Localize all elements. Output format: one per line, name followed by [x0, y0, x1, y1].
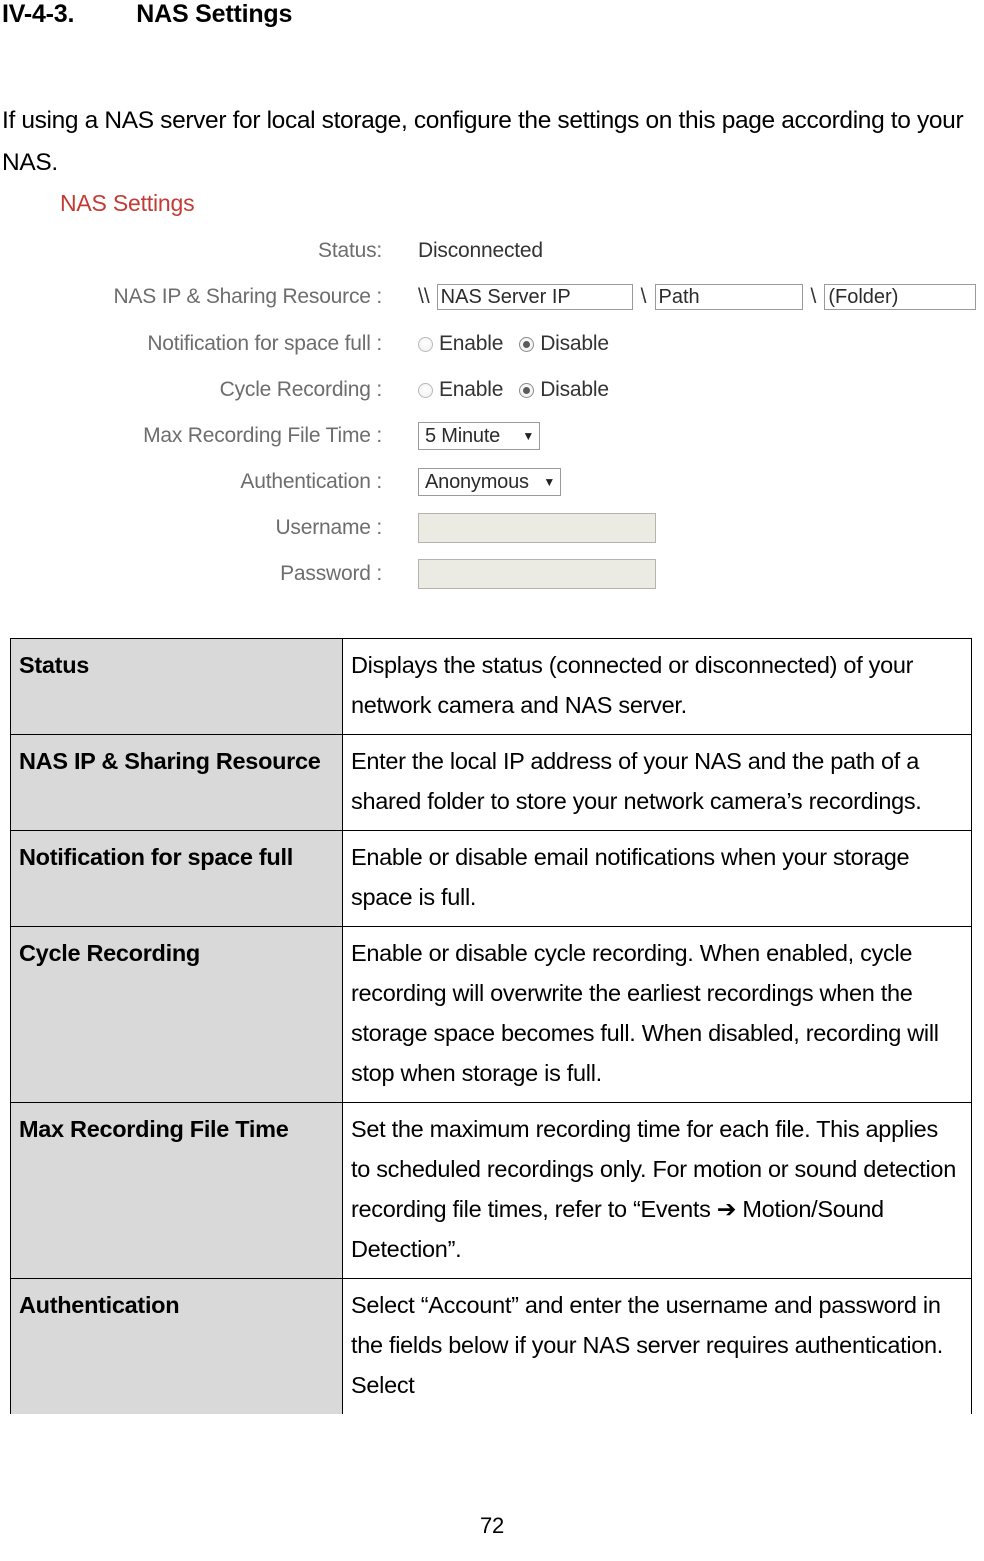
cycle-recording-enable-label: Enable	[439, 378, 504, 401]
row-key: Status	[10, 638, 343, 735]
row-value: Enable or disable email notifications wh…	[342, 830, 972, 927]
radio-unchecked-icon[interactable]	[418, 382, 433, 398]
status-label: Status:	[318, 239, 382, 262]
row-key: Notification for space full	[10, 830, 343, 927]
form-row-status: Status: Disconnected	[0, 236, 984, 266]
row-key: Authentication	[10, 1278, 343, 1414]
table-row: Notification for space full Enable or di…	[10, 830, 972, 927]
username-control	[418, 513, 656, 543]
authentication-control: Anonymous ▼	[418, 467, 561, 497]
backslash-separator-2: \	[810, 285, 817, 308]
chevron-down-icon: ▼	[543, 475, 555, 489]
username-label: Username :	[275, 516, 382, 539]
cycle-recording-disable-label: Disable	[540, 378, 609, 401]
row-value: Enable or disable cycle recording. When …	[342, 926, 972, 1103]
authentication-select[interactable]: Anonymous ▼	[418, 468, 561, 496]
form-row-notification: Notification for space full : Enable Dis…	[0, 329, 984, 359]
table-row: Status Displays the status (connected or…	[10, 638, 972, 735]
max-recording-file-time-select[interactable]: 5 Minute ▼	[418, 422, 540, 450]
page-number: 72	[479, 1513, 505, 1538]
password-input[interactable]	[418, 559, 656, 589]
status-value: Disconnected	[418, 239, 543, 262]
notification-enable-label: Enable	[439, 332, 504, 355]
row-value: Enter the local IP address of your NAS a…	[342, 734, 972, 831]
max-recording-file-time-label: Max Recording File Time :	[143, 424, 382, 447]
row-key: NAS IP & Sharing Resource	[10, 734, 343, 831]
notification-enable-option[interactable]: Enable	[418, 332, 503, 356]
nas-settings-screenshot: NAS Settings Status: Disconnected NAS IP…	[0, 178, 984, 608]
radio-unchecked-icon[interactable]	[418, 336, 433, 352]
table-row: Cycle Recording Enable or disable cycle …	[10, 926, 972, 1103]
nas-server-ip-input[interactable]	[436, 284, 633, 310]
username-input[interactable]	[418, 513, 656, 543]
notification-label: Notification for space full :	[147, 332, 382, 355]
authentication-label: Authentication :	[240, 470, 382, 493]
form-row-max-recording-file-time: Max Recording File Time : 5 Minute ▼	[0, 421, 984, 451]
intro-paragraph: If using a NAS server for local storage,…	[2, 106, 964, 176]
max-recording-file-time-control: 5 Minute ▼	[418, 421, 540, 451]
table-row: Max Recording File Time Set the maximum …	[10, 1102, 972, 1279]
status-control: Disconnected	[418, 236, 543, 266]
settings-description-table: Status Displays the status (connected or…	[10, 638, 972, 1414]
cycle-recording-label: Cycle Recording :	[219, 378, 383, 401]
page-heading: IV-4-3. NAS Settings	[2, 0, 962, 29]
form-row-authentication: Authentication : Anonymous ▼	[0, 467, 984, 497]
radio-checked-icon[interactable]	[519, 336, 535, 352]
notification-disable-option[interactable]: Disable	[519, 332, 609, 356]
heading-title: NAS Settings	[136, 0, 293, 28]
notification-control: Enable Disable	[418, 329, 625, 359]
notification-disable-label: Disable	[540, 332, 609, 355]
cycle-recording-disable-option[interactable]: Disable	[519, 378, 609, 402]
row-value: Select “Account” and enter the username …	[342, 1278, 972, 1414]
panel-title: NAS Settings	[60, 190, 195, 216]
radio-checked-icon[interactable]	[519, 382, 535, 398]
row-value: Set the maximum recording time for each …	[342, 1102, 972, 1279]
cycle-recording-enable-option[interactable]: Enable	[418, 378, 503, 402]
cycle-recording-radio-group: Enable Disable	[418, 378, 625, 402]
notification-radio-group: Enable Disable	[418, 332, 625, 356]
row-key: Cycle Recording	[10, 926, 343, 1103]
password-control	[418, 559, 656, 589]
chevron-down-icon: ▼	[522, 429, 534, 443]
authentication-value: Anonymous	[425, 470, 529, 493]
backslash-prefix: \\	[418, 285, 430, 308]
backslash-separator-1: \	[640, 285, 647, 308]
heading-number: IV-4-3.	[2, 0, 75, 28]
row-key: Max Recording File Time	[10, 1102, 343, 1279]
form-row-cycle-recording: Cycle Recording : Enable Disable	[0, 375, 984, 405]
nas-ip-label: NAS IP & Sharing Resource :	[113, 285, 382, 308]
max-recording-file-time-value: 5 Minute	[425, 424, 501, 447]
form-row-password: Password :	[0, 559, 984, 589]
table-body: Status Displays the status (connected or…	[10, 638, 972, 1414]
row-value: Displays the status (connected or discon…	[342, 638, 972, 735]
nas-path-input[interactable]	[654, 284, 803, 310]
cycle-recording-control: Enable Disable	[418, 375, 625, 405]
table-row: Authentication Select “Account” and ente…	[10, 1278, 972, 1414]
nas-ip-control: \\ \ \	[418, 282, 977, 312]
password-label: Password :	[280, 562, 382, 585]
nas-folder-input[interactable]	[824, 284, 977, 310]
form-row-nas-ip: NAS IP & Sharing Resource : \\ \ \	[0, 282, 984, 312]
table-row: NAS IP & Sharing Resource Enter the loca…	[10, 734, 972, 831]
form-row-username: Username :	[0, 513, 984, 543]
